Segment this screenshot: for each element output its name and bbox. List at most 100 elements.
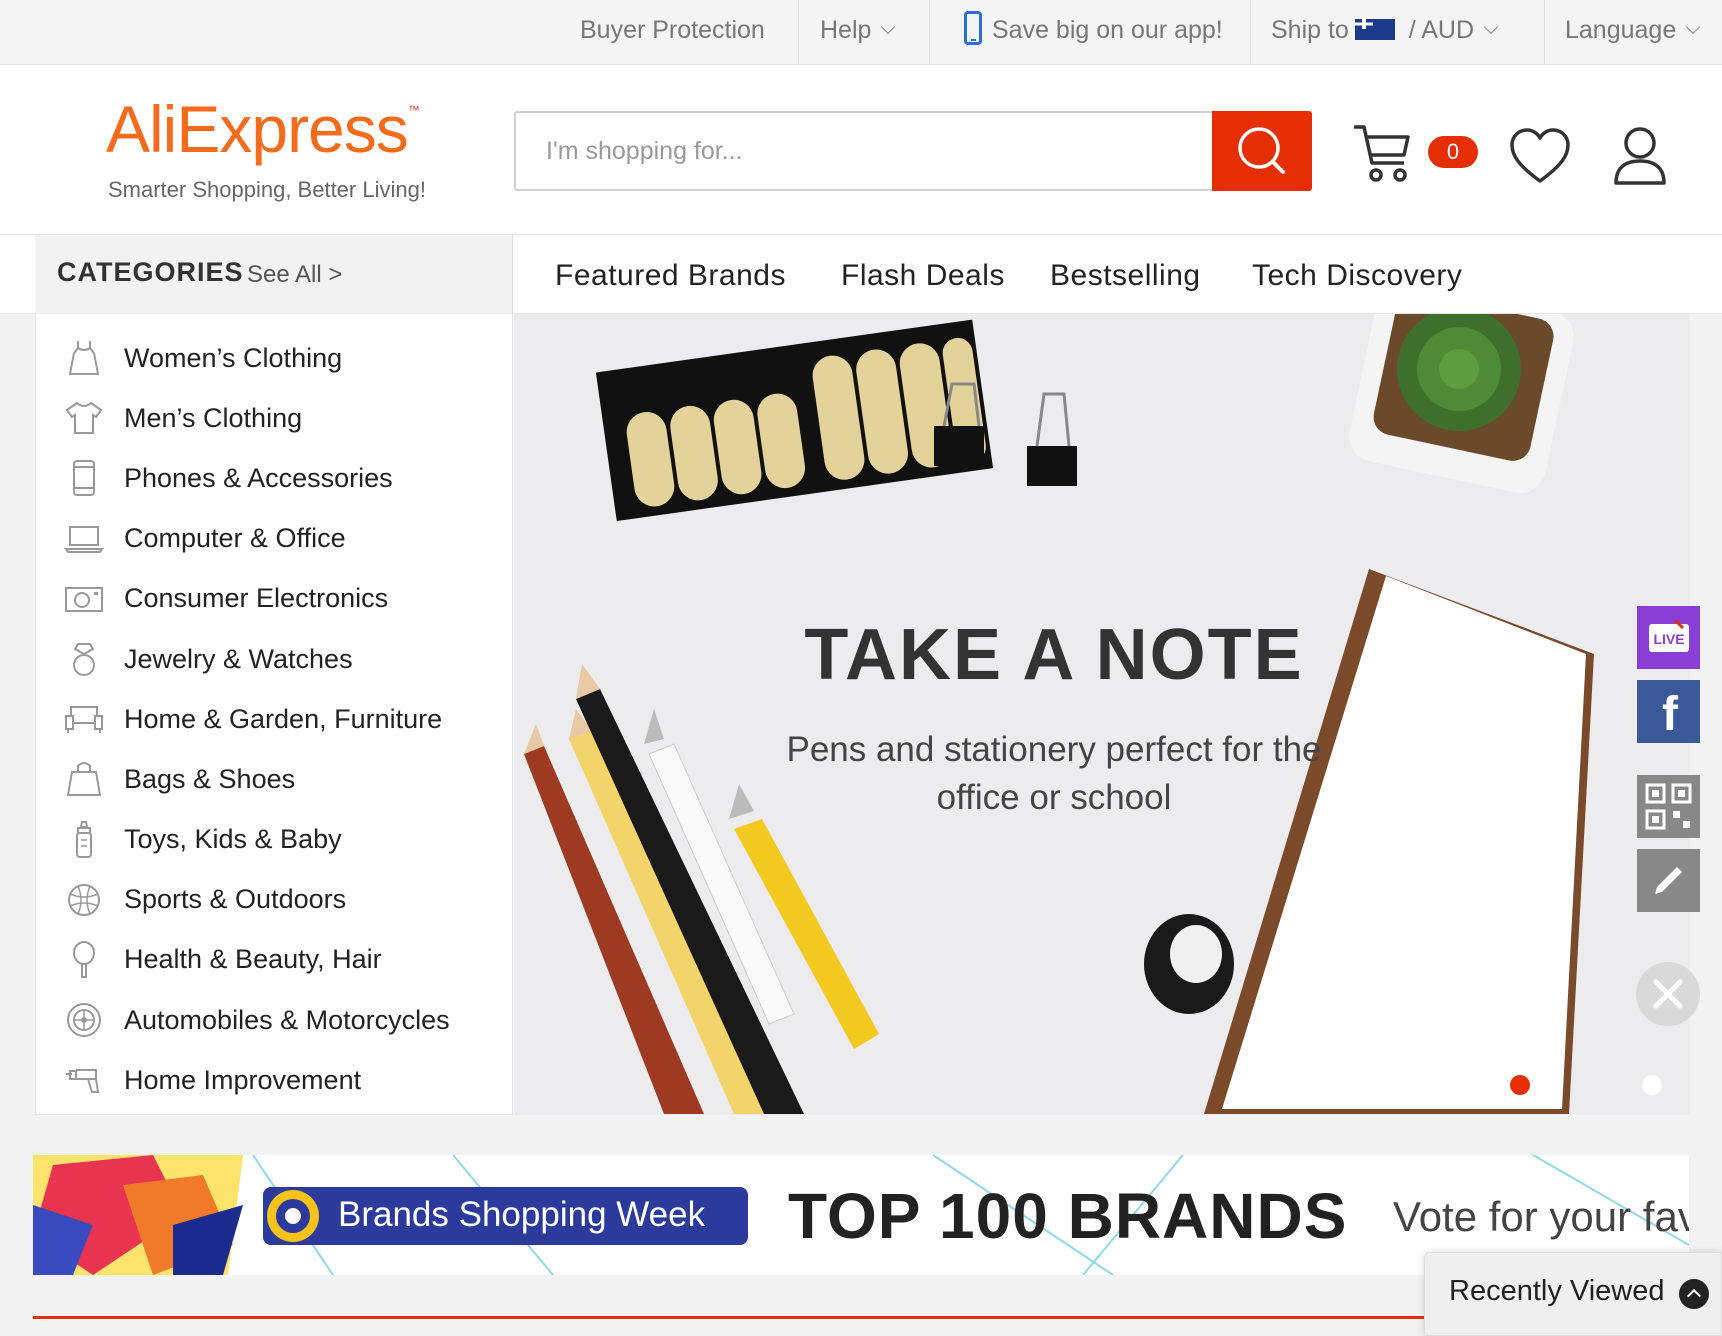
- hero-banner[interactable]: TAKE A NOTE Pens and stationery perfect …: [514, 314, 1690, 1115]
- phone-icon: [64, 458, 104, 498]
- qr-code-button[interactable]: [1637, 775, 1700, 838]
- qr-code-icon: [1645, 783, 1692, 830]
- feedback-button[interactable]: [1637, 849, 1700, 912]
- main-nav: CATEGORIES See All > Featured Brands Fla…: [0, 235, 1722, 314]
- nav-featured-brands[interactable]: Featured Brands: [555, 259, 786, 293]
- tape-roll-image: [1144, 914, 1234, 1014]
- recently-viewed-panel[interactable]: Recently Viewed: [1424, 1252, 1722, 1336]
- wishlist-button[interactable]: [1508, 127, 1572, 192]
- cart-button[interactable]: [1352, 121, 1412, 190]
- help-label: Help: [820, 16, 872, 44]
- trademark-symbol: ™: [407, 103, 420, 117]
- category-label: Men’s Clothing: [124, 402, 303, 433]
- language-menu[interactable]: Language: [1565, 0, 1701, 65]
- facebook-button[interactable]: f: [1637, 680, 1700, 743]
- category-label: Home Improvement: [124, 1064, 362, 1095]
- category-item-sports-outdoors[interactable]: Sports & Outdoors: [36, 870, 512, 930]
- ring-icon: [64, 639, 104, 679]
- search-input[interactable]: [516, 113, 1214, 189]
- recently-viewed-label: Recently Viewed: [1449, 1275, 1665, 1307]
- header: AliExpress™ Smarter Shopping, Better Liv…: [0, 65, 1722, 235]
- divider: [1250, 0, 1251, 64]
- nav-bestselling[interactable]: Bestselling: [1050, 259, 1201, 293]
- facebook-icon: f: [1662, 688, 1679, 741]
- category-label: Computer & Office: [124, 523, 346, 554]
- mirror-icon: [64, 940, 104, 980]
- australia-flag-icon: [1354, 18, 1395, 40]
- account-button[interactable]: [1612, 125, 1668, 192]
- live-icon: LIVE: [1649, 618, 1689, 652]
- bag-icon: [64, 759, 104, 799]
- category-label: Phones & Accessories: [124, 462, 393, 493]
- ball-icon: [64, 880, 104, 920]
- sofa-icon: [64, 699, 104, 739]
- help-menu[interactable]: Help: [820, 0, 896, 65]
- category-label: Bags & Shoes: [124, 763, 296, 794]
- stationery-illustration: [524, 314, 1594, 1114]
- category-item-automobiles[interactable]: Automobiles & Motorcycles: [36, 990, 512, 1050]
- category-label: Women’s Clothing: [124, 342, 343, 373]
- search-icon: [1238, 127, 1285, 174]
- aliexpress-logo[interactable]: AliExpress™: [106, 91, 420, 167]
- category-item-jewelry-watches[interactable]: Jewelry & Watches: [36, 629, 512, 689]
- brands-week-label: Brands Shopping Week: [338, 1195, 706, 1234]
- close-icon: [1653, 979, 1683, 1009]
- dress-icon: [64, 338, 104, 378]
- carousel-dot-active[interactable]: [1510, 1075, 1530, 1095]
- laptop-icon: [64, 519, 104, 559]
- cart-count-badge: 0: [1428, 136, 1478, 168]
- app-promo-link[interactable]: Save big on our app!: [964, 0, 1223, 65]
- vote-tagline: Vote for your fav: [1393, 1193, 1689, 1240]
- buyer-protection-link[interactable]: Buyer Protection: [580, 0, 765, 65]
- sunburst-icon: [267, 1190, 319, 1242]
- categories-title: CATEGORIES: [57, 257, 244, 287]
- nav-flash-deals[interactable]: Flash Deals: [841, 259, 1005, 293]
- category-item-health-beauty[interactable]: Health & Beauty, Hair: [36, 930, 512, 990]
- user-icon: [1614, 127, 1666, 185]
- page: { "topbar": { "buyer_protection": "Buyer…: [0, 0, 1722, 1336]
- top-bar: Buyer Protection Help Save big on our ap…: [0, 0, 1722, 65]
- top-brands-headline: TOP 100 BRANDS: [788, 1180, 1348, 1252]
- category-label: Toys, Kids & Baby: [124, 824, 342, 855]
- heart-icon: [1510, 128, 1570, 183]
- category-item-home-garden[interactable]: Home & Garden, Furniture: [36, 689, 512, 749]
- chevron-down-icon: [1686, 19, 1701, 35]
- banner-title: TAKE A NOTE: [804, 615, 1304, 695]
- camera-icon: [64, 579, 104, 619]
- shopping-cart-icon: [1354, 125, 1410, 182]
- category-item-bags-shoes[interactable]: Bags & Shoes: [36, 749, 512, 809]
- app-promo-label: Save big on our app!: [992, 16, 1223, 44]
- category-item-computer-office[interactable]: Computer & Office: [36, 509, 512, 569]
- close-rail-button[interactable]: [1636, 962, 1700, 1026]
- mobile-phone-icon: [964, 11, 982, 46]
- cactus-image: [1349, 314, 1574, 493]
- svg-text:LIVE: LIVE: [1653, 631, 1684, 647]
- ship-to-label: Ship to: [1271, 16, 1349, 44]
- nav-tech-discovery[interactable]: Tech Discovery: [1252, 259, 1462, 293]
- tshirt-icon: [64, 398, 104, 438]
- category-item-toys-kids-baby[interactable]: Toys, Kids & Baby: [36, 810, 512, 870]
- category-label: Sports & Outdoors: [124, 884, 347, 915]
- chevron-up-icon[interactable]: [1679, 1279, 1709, 1309]
- buyer-protection-label: Buyer Protection: [580, 16, 765, 44]
- category-item-home-improvement[interactable]: Home Improvement: [36, 1050, 512, 1110]
- category-item-consumer-electronics[interactable]: Consumer Electronics: [36, 569, 512, 629]
- divider: [1544, 0, 1545, 64]
- section-divider: [33, 1316, 1463, 1319]
- categories-header: CATEGORIES See All >: [35, 235, 513, 314]
- category-item-womens-clothing[interactable]: Women’s Clothing: [36, 328, 512, 388]
- search-button[interactable]: [1212, 111, 1312, 191]
- see-all-link[interactable]: See All >: [247, 261, 342, 289]
- ship-to-menu[interactable]: Ship to / AUD: [1271, 0, 1499, 65]
- drill-icon: [64, 1060, 104, 1100]
- category-label: Consumer Electronics: [124, 583, 389, 614]
- category-item-mens-clothing[interactable]: Men’s Clothing: [36, 388, 512, 448]
- live-button[interactable]: LIVE: [1637, 606, 1700, 669]
- carousel-dot[interactable]: [1642, 1075, 1662, 1095]
- tagline: Smarter Shopping, Better Living!: [108, 177, 426, 202]
- category-item-phones[interactable]: Phones & Accessories: [36, 448, 512, 508]
- language-label: Language: [1565, 16, 1677, 44]
- category-label: Automobiles & Motorcycles: [124, 1004, 450, 1035]
- logo-text: AliExpress: [106, 92, 409, 166]
- category-list: Women’s Clothing Men’s Clothing Phones &…: [35, 314, 513, 1115]
